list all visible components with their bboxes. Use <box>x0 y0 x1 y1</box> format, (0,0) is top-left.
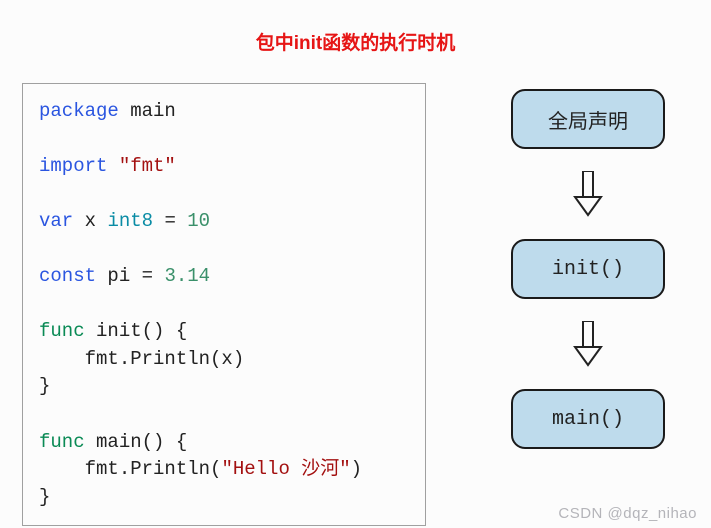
func-main-close: } <box>39 486 50 508</box>
func-init-body: fmt.Println(x) <box>39 348 244 370</box>
flow-box-label: init() <box>552 258 624 281</box>
flow-box-main: main() <box>511 389 665 449</box>
content-row: package main import "fmt" var x int8 = 1… <box>0 83 711 526</box>
const-val: 3.14 <box>164 265 210 287</box>
flow-box-init: init() <box>511 239 665 299</box>
type-int8: int8 <box>107 210 153 232</box>
arrow-down-icon <box>571 171 605 217</box>
var-name: x <box>73 210 107 232</box>
import-str: "fmt" <box>107 155 175 177</box>
flow-column: 全局声明 init() main() <box>498 89 678 449</box>
var-val: 10 <box>187 210 210 232</box>
flow-box-label: main() <box>552 408 624 431</box>
const-eq: = <box>142 265 165 287</box>
flow-box-global-decl: 全局声明 <box>511 89 665 149</box>
page-title: 包中init函数的执行时机 <box>0 28 711 55</box>
func-main-sig: main() { <box>85 431 188 453</box>
flow-box-label: 全局声明 <box>548 105 628 134</box>
func-init-sig: init() { <box>85 320 188 342</box>
kw-func-main: func <box>39 431 85 453</box>
func-init-close: } <box>39 375 50 397</box>
kw-var: var <box>39 210 73 232</box>
kw-const: const <box>39 265 96 287</box>
main-print-open: fmt.Println( <box>39 458 221 480</box>
arrow-down-icon <box>571 321 605 367</box>
code-box: package main import "fmt" var x int8 = 1… <box>22 83 426 526</box>
kw-package: package <box>39 100 119 122</box>
kw-import: import <box>39 155 107 177</box>
pkg-name: main <box>119 100 176 122</box>
main-print-close: ) <box>351 458 362 480</box>
main-print-str: "Hello 沙河" <box>221 458 350 480</box>
watermark: CSDN @dqz_nihao <box>558 505 697 522</box>
kw-func-init: func <box>39 320 85 342</box>
var-eq: = <box>153 210 187 232</box>
const-name: pi <box>96 265 142 287</box>
